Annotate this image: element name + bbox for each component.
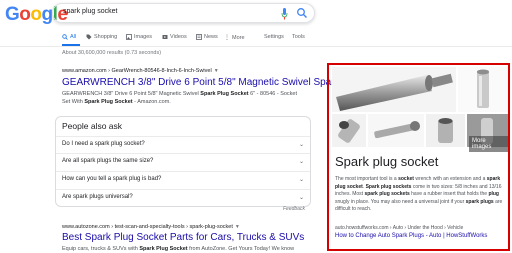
tab-more[interactable]: ⋮ More	[224, 34, 245, 42]
chevron-down-icon: ⌄	[298, 195, 304, 201]
panel-description: The most important tool is a socket wren…	[335, 176, 503, 212]
mic-icon[interactable]	[281, 8, 288, 20]
result-snippet: GEARWRENCH 3/8" Drive 6 Point 5/8" Magne…	[62, 91, 298, 105]
main-socket-image[interactable]	[332, 67, 456, 112]
paa-question-text: Do I need a spark plug socket?	[62, 141, 145, 147]
settings-link[interactable]: Settings	[264, 34, 284, 40]
chevron-down-icon: ⌄	[298, 159, 304, 165]
result-url-text: www.amazon.com › GearWrench-80546-8-Inch…	[62, 68, 212, 74]
logo-letter: o	[30, 4, 42, 25]
logo-letter: o	[19, 4, 31, 25]
tab-label: More	[232, 34, 245, 41]
tab-label: News	[204, 34, 218, 40]
result-url[interactable]: www.autozone.com › test-scan-and-special…	[62, 224, 240, 230]
tab-shopping[interactable]: Shopping	[86, 34, 117, 40]
paa-question-text: Are all spark plugs the same size?	[62, 158, 154, 164]
panel-title: Spark plug socket	[335, 154, 439, 169]
knowledge-panel: More images Spark plug socket The most i…	[327, 63, 510, 251]
socket-image[interactable]	[332, 114, 366, 147]
dropdown-caret-icon[interactable]: ▼	[235, 224, 240, 230]
tab-label: Tools	[292, 34, 305, 40]
news-icon	[196, 34, 202, 40]
result-stats: About 30,600,000 results (0.73 seconds)	[62, 50, 162, 56]
shopping-tag-icon	[86, 34, 92, 40]
paa-question[interactable]: Are all spark plugs the same size? ⌄	[62, 158, 304, 165]
tab-videos[interactable]: Videos	[162, 34, 187, 40]
image-icon	[126, 34, 132, 40]
divider	[56, 189, 310, 190]
tab-label: All	[70, 34, 77, 40]
chevron-down-icon: ⌄	[298, 177, 304, 183]
tools-link[interactable]: Tools	[292, 34, 305, 40]
paa-question[interactable]: Are spark plugs universal? ⌄	[62, 194, 304, 201]
logo-letter: G	[5, 4, 20, 25]
tab-label: Images	[134, 34, 153, 40]
panel-source-url: auto.howstuffworks.com › Auto › Under th…	[335, 225, 464, 231]
tab-label: Settings	[264, 34, 284, 40]
search-box[interactable]: spark plug socket	[52, 3, 315, 23]
socket-image[interactable]	[458, 67, 508, 112]
header-divider	[0, 46, 512, 47]
tab-news[interactable]: News	[196, 34, 218, 40]
result-snippet: Equip cars, trucks & SUVs with Spark Plu…	[62, 246, 295, 252]
tab-all[interactable]: All	[62, 34, 76, 40]
video-icon	[162, 35, 168, 39]
panel-source-link[interactable]: How to Change Auto Spark Plugs - Auto | …	[335, 233, 487, 239]
result-url-text: www.autozone.com › test-scan-and-special…	[62, 224, 233, 230]
more-dots-icon: ⋮	[224, 35, 230, 41]
socket-image[interactable]	[368, 114, 424, 147]
more-images-button[interactable]: More images	[469, 136, 508, 152]
result-title[interactable]: Best Spark Plug Socket Parts for Cars, T…	[62, 232, 304, 243]
paa-question-text: How can you tell a spark plug is bad?	[62, 176, 162, 182]
tab-images[interactable]: Images	[126, 34, 152, 40]
dropdown-caret-icon[interactable]: ▼	[214, 68, 219, 74]
logo-letter: g	[41, 4, 54, 25]
divider	[56, 153, 310, 154]
result-url[interactable]: www.amazon.com › GearWrench-80546-8-Inch…	[62, 68, 219, 74]
people-also-ask-box: People also ask Do I need a spark plug s…	[55, 116, 311, 207]
paa-title: People also ask	[62, 121, 123, 131]
search-input[interactable]: spark plug socket	[63, 8, 117, 15]
paa-question[interactable]: Do I need a spark plug socket? ⌄	[62, 141, 304, 148]
paa-question[interactable]: How can you tell a spark plug is bad? ⌄	[62, 176, 304, 183]
socket-image[interactable]	[426, 114, 465, 147]
search-icon	[62, 34, 68, 40]
feedback-link[interactable]: Feedback	[283, 206, 305, 212]
chevron-down-icon: ⌄	[298, 142, 304, 148]
paa-question-text: Are spark plugs universal?	[62, 194, 133, 200]
divider	[56, 136, 310, 137]
search-icon[interactable]	[296, 7, 308, 19]
divider	[56, 171, 310, 172]
result-title[interactable]: GEARWRENCH 3/8" Drive 6 Point 5/8" Magne…	[62, 77, 351, 88]
tab-label: Shopping	[94, 34, 118, 40]
tab-label: Videos	[170, 34, 187, 40]
